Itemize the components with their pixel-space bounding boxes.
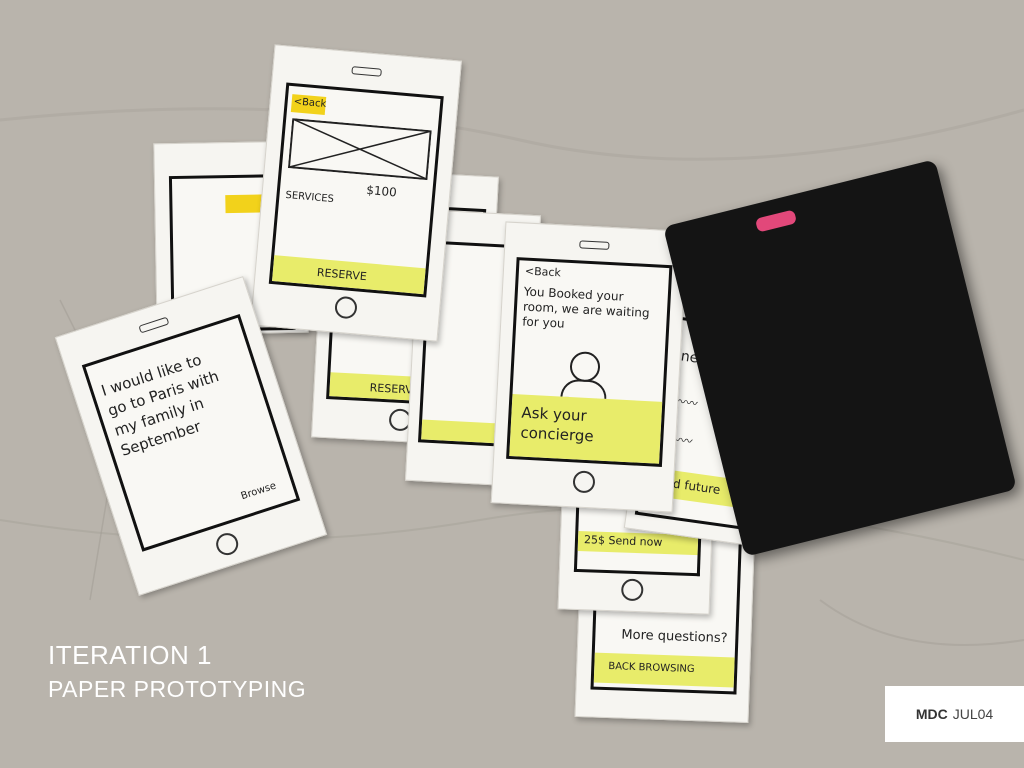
mdc-badge: MDC JUL04 xyxy=(885,686,1024,742)
image-placeholder xyxy=(287,118,432,181)
caption-subtitle: PAPER PROTOTYPING xyxy=(48,676,307,702)
bottom-question-text: More questions? xyxy=(621,627,728,647)
speaker-icon xyxy=(579,240,610,250)
speaker-icon xyxy=(351,66,382,77)
top-services-label: SERVICES xyxy=(285,189,335,206)
home-button-icon xyxy=(334,295,358,320)
badge-date: JUL04 xyxy=(952,706,994,722)
top-price-label: $100 xyxy=(365,182,398,200)
caption-title: ITERATION 1 xyxy=(48,640,212,670)
left-search-text: I would like to go to Paris with my fami… xyxy=(99,350,222,460)
left-browse-label: Browse xyxy=(239,480,278,503)
bottom-send-now-label: 25$ Send now xyxy=(583,533,663,549)
paper-sketch-hotel-detail: <Back $100 SERVICES RESERVE xyxy=(250,44,462,342)
sketch-screen: <Back $100 SERVICES RESERVE xyxy=(268,82,444,298)
confirm-cta-label: Ask your concierge xyxy=(520,403,595,446)
home-button-icon xyxy=(213,530,242,558)
home-button-icon xyxy=(572,470,596,494)
home-button-icon xyxy=(620,578,644,602)
user-avatar-icon xyxy=(569,351,601,383)
speaker-icon xyxy=(138,316,170,334)
paper-sketch-confirmation: <Back You Booked your room, we are waiti… xyxy=(490,221,688,513)
sketch-screen: <Back You Booked your room, we are waiti… xyxy=(506,257,673,467)
user-avatar-body xyxy=(560,378,608,399)
badge-code: MDC xyxy=(915,706,948,722)
confirm-back-label: <Back xyxy=(524,264,562,280)
confirm-message: You Booked your room, we are waiting for… xyxy=(521,284,650,331)
